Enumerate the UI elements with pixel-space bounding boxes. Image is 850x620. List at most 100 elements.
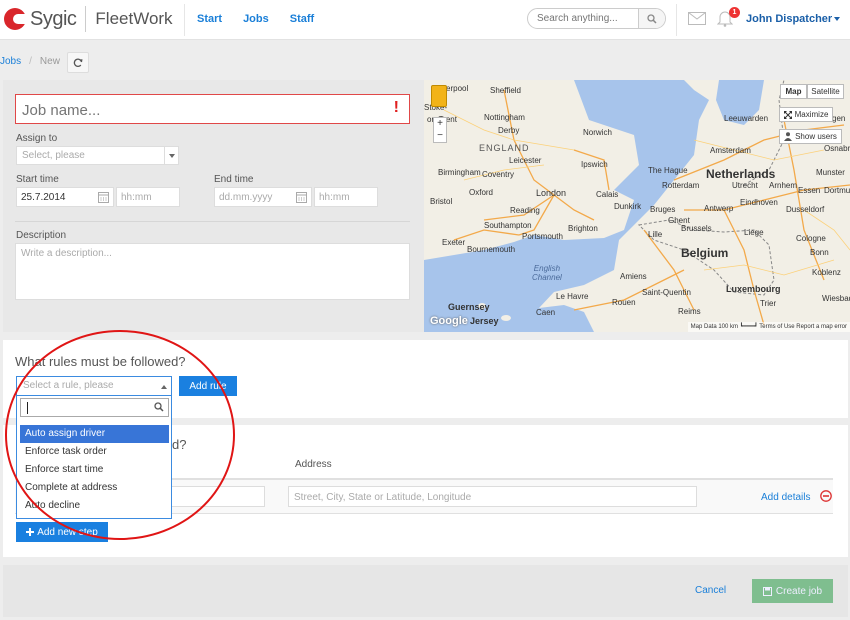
description-field — [15, 243, 410, 300]
nav-jobs[interactable]: Jobs — [243, 13, 269, 25]
job-name-field: ! — [15, 94, 410, 124]
map-label: The Hague — [648, 166, 688, 175]
start-date-input[interactable] — [21, 190, 93, 204]
map-label: Portsmouth — [522, 232, 563, 241]
map-view[interactable]: verpool Sheffield Stoke- on-Trent Nottin… — [424, 80, 850, 332]
google-logo[interactable]: Google — [430, 315, 468, 327]
map-label: Dunkirk — [614, 202, 642, 211]
map-label: Cologne — [796, 234, 826, 243]
start-time-field — [116, 187, 180, 207]
breadcrumb: Jobs / New — [0, 56, 60, 67]
assign-select[interactable]: Select, please — [16, 146, 179, 165]
add-step-button[interactable]: Add new step — [16, 522, 108, 542]
add-rule-button[interactable]: Add rule — [179, 376, 237, 396]
global-search — [527, 8, 666, 29]
street-view-pegman-icon[interactable] — [431, 85, 447, 107]
end-date-input[interactable] — [219, 190, 291, 204]
rule-option-auto-decline[interactable]: Auto decline — [20, 497, 169, 515]
save-icon — [762, 586, 772, 596]
breadcrumb-current: New — [39, 56, 60, 67]
description-input[interactable] — [21, 248, 401, 296]
rule-search-field — [20, 398, 169, 417]
calendar-icon[interactable] — [98, 191, 109, 203]
map-label: Exeter — [442, 238, 466, 247]
end-time-input[interactable] — [319, 190, 357, 204]
description-label: Description — [16, 230, 67, 241]
zoom-out-button[interactable]: − — [434, 130, 446, 142]
map-label: Norwich — [583, 128, 612, 137]
map-type-satellite-button[interactable]: Satellite — [807, 84, 844, 99]
rule-option-enforce-task-order[interactable]: Enforce task order — [20, 443, 169, 461]
step-address-field — [288, 486, 697, 507]
address-input[interactable] — [294, 490, 689, 504]
end-time-label: End time — [214, 174, 254, 185]
user-name: John Dispatcher — [746, 13, 833, 25]
rule-search-input[interactable] — [24, 401, 149, 414]
mail-icon[interactable] — [688, 12, 706, 25]
map-label: Birmingham — [438, 168, 481, 177]
cancel-link[interactable]: Cancel — [695, 585, 726, 596]
map-label: Bonn — [810, 248, 829, 257]
map-label: Brighton — [568, 224, 598, 233]
user-menu[interactable]: John Dispatcher — [746, 13, 841, 25]
caret-down-icon — [834, 17, 841, 22]
map-label: Bruges — [650, 205, 676, 214]
refresh-button[interactable] — [67, 52, 89, 73]
map-label: Reading — [510, 206, 540, 215]
map-type-map-button[interactable]: Map — [780, 84, 807, 99]
map-label: Sheffield — [490, 86, 521, 95]
sygic-logo[interactable]: Sygic FleetWork — [4, 6, 173, 32]
add-details-link[interactable]: Add details — [761, 492, 810, 503]
map-label: Essen — [798, 186, 821, 195]
map-label: Oxford — [469, 188, 494, 197]
map-label: Leicester — [509, 156, 542, 165]
nav-staff[interactable]: Staff — [290, 13, 314, 25]
calendar-icon[interactable] — [296, 191, 307, 203]
rules-question: What rules must be followed? — [15, 354, 186, 369]
job-name-input[interactable] — [22, 100, 382, 120]
start-time-input[interactable] — [121, 190, 159, 204]
rule-option-auto-assign-driver[interactable]: Auto assign driver — [20, 425, 169, 443]
required-warning-icon: ! — [393, 99, 399, 116]
search-button[interactable] — [638, 9, 665, 28]
show-users-button[interactable]: Show users — [779, 129, 842, 144]
rule-option-enforce-start-time[interactable]: Enforce start time — [20, 461, 169, 479]
map-attribution[interactable]: Map Data 100 km ┗━━━┛ Terms of Use Repor… — [687, 322, 850, 332]
breadcrumb-jobs[interactable]: Jobs — [0, 56, 21, 67]
end-date-field — [214, 187, 312, 207]
chevron-up-icon — [161, 385, 167, 389]
notification-badge: 1 — [729, 7, 740, 18]
remove-step-icon[interactable] — [820, 490, 832, 502]
map-label: Jersey — [470, 316, 499, 326]
main-nav: Start Jobs Staff — [197, 13, 314, 25]
maximize-map-button[interactable]: Maximize — [779, 107, 833, 122]
rule-dropdown: Auto assign driver Enforce task order En… — [16, 395, 172, 519]
zoom-in-button[interactable]: + — [434, 118, 446, 130]
product-name: FleetWork — [95, 9, 173, 28]
start-date-field — [16, 187, 114, 207]
map-label: Brussels — [681, 224, 712, 233]
search-input[interactable] — [537, 11, 641, 26]
sygic-logo-icon — [4, 8, 26, 30]
nav-start[interactable]: Start — [197, 13, 222, 25]
rule-select-value: Select a rule, please — [23, 380, 114, 391]
map-label: ENGLAND — [479, 143, 530, 153]
map-label: Nottingham — [484, 113, 525, 122]
form-divider — [15, 221, 410, 222]
create-job-button[interactable]: Create job — [752, 579, 833, 603]
rule-option-complete-at-address[interactable]: Complete at address — [20, 479, 169, 497]
map-label: Coventry — [482, 170, 515, 179]
header-divider — [676, 4, 677, 36]
plus-icon — [26, 528, 35, 536]
map-label: Bournemouth — [467, 245, 516, 254]
map-label: Netherlands — [706, 167, 776, 181]
rule-select[interactable]: Select a rule, please — [16, 376, 172, 396]
user-icon — [784, 132, 793, 141]
assign-select-value: Select, please — [22, 150, 85, 161]
map-label: Koblenz — [812, 268, 841, 277]
map-label: Rouen — [612, 298, 636, 307]
search-icon — [154, 402, 164, 412]
step-name-input[interactable] — [160, 486, 265, 507]
map-label: Saint-Quentin — [642, 288, 691, 297]
text-cursor — [27, 402, 28, 414]
